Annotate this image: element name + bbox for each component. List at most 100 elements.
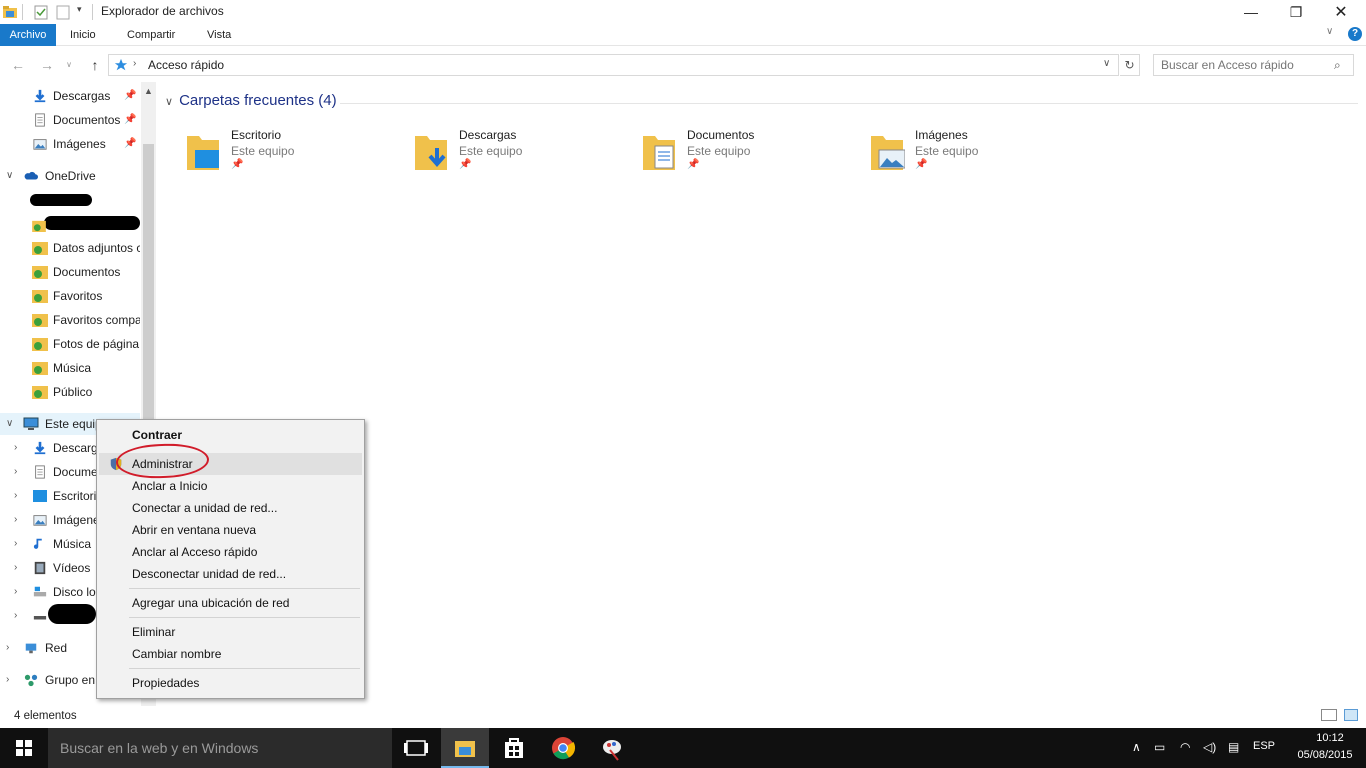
refresh-icon[interactable]: ↻ bbox=[1120, 54, 1140, 76]
volume-icon[interactable]: ◁) bbox=[1203, 740, 1216, 754]
file-explorer-taskbar-button[interactable] bbox=[441, 728, 489, 768]
chevron-right-icon[interactable]: › bbox=[14, 557, 26, 579]
tab-compartir[interactable]: Compartir bbox=[118, 24, 184, 46]
show-hidden-icons-icon[interactable]: ∧ bbox=[1132, 740, 1141, 754]
restore-button[interactable]: ❐ bbox=[1273, 0, 1319, 24]
chevron-down-icon[interactable]: ∨ bbox=[6, 413, 18, 435]
input-language[interactable]: ESP bbox=[1253, 740, 1275, 752]
nav-item-label: Docume bbox=[53, 465, 98, 479]
nav-item-label: Música bbox=[53, 537, 92, 551]
folder-name: Descargas bbox=[459, 128, 517, 142]
group-header[interactable]: ∨ Carpetas frecuentes (4) bbox=[165, 92, 337, 114]
nav-item-label: Escritori bbox=[53, 489, 97, 503]
menu-item-abrir-ventana[interactable]: Abrir en ventana nueva bbox=[99, 519, 362, 541]
battery-icon[interactable]: ▭ bbox=[1154, 740, 1165, 754]
menu-item-propiedades[interactable]: Propiedades bbox=[99, 672, 362, 694]
help-icon[interactable]: ? bbox=[1348, 27, 1362, 41]
chevron-right-icon[interactable]: › bbox=[14, 485, 26, 507]
nav-item-label: OneDrive bbox=[45, 169, 96, 183]
minimize-button[interactable]: — bbox=[1228, 0, 1274, 24]
nav-item-label: Datos adjuntos c bbox=[53, 241, 140, 255]
folder-tile-escritorio[interactable]: Escritorio Este equipo 📌 bbox=[165, 126, 385, 176]
folder-tile-descargas[interactable]: Descargas Este equipo 📌 bbox=[393, 126, 613, 176]
scroll-up-icon[interactable]: ▲ bbox=[144, 86, 153, 96]
nav-onedrive-item[interactable]: Público bbox=[0, 381, 140, 403]
menu-item-anclar-acceso[interactable]: Anclar al Acceso rápido bbox=[99, 541, 362, 563]
chevron-right-icon[interactable]: › bbox=[14, 581, 26, 603]
clock-time[interactable]: 10:12 bbox=[1300, 732, 1360, 744]
chevron-right-icon[interactable]: › bbox=[14, 437, 26, 459]
documents-icon bbox=[35, 465, 45, 479]
menu-item-cambiar-nombre[interactable]: Cambiar nombre bbox=[99, 643, 362, 665]
chevron-right-icon[interactable]: › bbox=[14, 605, 26, 627]
back-arrow-icon[interactable]: ← bbox=[9, 55, 27, 75]
menu-item-conectar-unidad[interactable]: Conectar a unidad de red... bbox=[99, 497, 362, 519]
downloads-folder-icon bbox=[415, 136, 447, 170]
chevron-right-icon[interactable]: › bbox=[6, 669, 18, 691]
chevron-right-icon[interactable]: › bbox=[14, 461, 26, 483]
chevron-right-icon[interactable]: › bbox=[6, 637, 18, 659]
taskbar-search-placeholder[interactable]: Buscar en la web y en Windows bbox=[60, 740, 258, 756]
nav-item-onedrive[interactable]: ∨ OneDrive bbox=[0, 165, 140, 187]
customize-quick-access-icon[interactable]: ▾ bbox=[77, 4, 82, 15]
nav-item-documentos[interactable]: Documentos 📌 bbox=[0, 109, 140, 131]
chevron-right-icon[interactable]: › bbox=[14, 533, 26, 555]
windows-start-icon[interactable] bbox=[0, 728, 48, 768]
menu-item-contraer[interactable]: Contraer bbox=[99, 424, 362, 446]
up-arrow-icon[interactable]: ↑ bbox=[86, 55, 104, 75]
store-icon[interactable] bbox=[490, 728, 538, 768]
details-view-icon[interactable] bbox=[1321, 709, 1337, 721]
synced-folder-icon bbox=[32, 220, 46, 232]
tab-inicio[interactable]: Inicio bbox=[61, 24, 105, 46]
large-icons-view-icon[interactable] bbox=[1344, 709, 1358, 721]
breadcrumb-path[interactable]: Acceso rápido bbox=[148, 58, 224, 72]
expand-ribbon-icon[interactable]: ∨ bbox=[1326, 26, 1333, 37]
wifi-icon[interactable]: ◠ bbox=[1180, 740, 1190, 754]
folder-tile-imagenes[interactable]: Imágenes Este equipo 📌 bbox=[849, 126, 1069, 176]
address-bar[interactable]: › Acceso rápido ∨ bbox=[108, 54, 1119, 76]
close-button[interactable]: ✕ bbox=[1318, 0, 1364, 24]
nav-item-imagenes[interactable]: Imágenes 📌 bbox=[0, 133, 140, 155]
taskbar-search-box[interactable]: Buscar en la web y en Windows bbox=[48, 728, 392, 768]
taskbar: Buscar en la web y en Windows ∧ ▭ ◠ ◁) ▤… bbox=[0, 728, 1366, 768]
tab-archivo[interactable]: Archivo bbox=[0, 24, 56, 46]
task-view-icon[interactable] bbox=[392, 728, 440, 768]
properties-icon[interactable] bbox=[33, 4, 49, 20]
nav-onedrive-item[interactable]: Datos adjuntos c bbox=[0, 237, 140, 259]
paint-app-icon[interactable] bbox=[588, 728, 636, 768]
chevron-right-icon[interactable]: › bbox=[14, 509, 26, 531]
nav-onedrive-item[interactable]: Favoritos bbox=[0, 285, 140, 307]
menu-item-eliminar[interactable]: Eliminar bbox=[99, 621, 362, 643]
quick-access-star-icon bbox=[114, 58, 128, 71]
nav-onedrive-item[interactable]: Música bbox=[0, 357, 140, 379]
downloads-icon bbox=[34, 89, 46, 103]
nav-onedrive-item[interactable]: Favoritos compa bbox=[0, 309, 140, 331]
search-box[interactable]: ⌕ bbox=[1153, 54, 1354, 76]
folder-tile-documentos[interactable]: Documentos Este equipo 📌 bbox=[621, 126, 841, 176]
onedrive-cloud-icon bbox=[24, 171, 38, 180]
address-dropdown-icon[interactable]: ∨ bbox=[1103, 58, 1110, 69]
removable-drive-icon bbox=[33, 616, 47, 620]
chevron-down-icon[interactable]: ∨ bbox=[165, 96, 173, 108]
nav-item-descargas[interactable]: Descargas 📌 bbox=[0, 85, 140, 107]
nav-item-label: Este equip bbox=[45, 417, 102, 431]
chrome-icon[interactable] bbox=[539, 728, 587, 768]
forward-arrow-icon[interactable]: → bbox=[38, 55, 56, 75]
tab-vista[interactable]: Vista bbox=[198, 24, 240, 46]
chevron-down-icon[interactable]: ∨ bbox=[6, 165, 18, 187]
menu-item-desconectar-unidad[interactable]: Desconectar unidad de red... bbox=[99, 563, 362, 585]
breadcrumb-chevron-icon[interactable]: › bbox=[133, 58, 136, 69]
action-center-icon[interactable]: ▤ bbox=[1228, 740, 1239, 754]
new-folder-icon[interactable] bbox=[55, 4, 71, 20]
shared-synced-folder-icon bbox=[32, 314, 48, 327]
search-input[interactable] bbox=[1154, 55, 1329, 75]
menu-item-anclar-inicio[interactable]: Anclar a Inicio bbox=[99, 475, 362, 497]
folder-location: Este equipo bbox=[459, 144, 523, 158]
menu-item-agregar-ubicacion[interactable]: Agregar una ubicación de red bbox=[99, 592, 362, 614]
explorer-app-icon[interactable] bbox=[2, 4, 18, 20]
nav-onedrive-item[interactable]: Documentos bbox=[0, 261, 140, 283]
nav-onedrive-item[interactable]: Fotos de página bbox=[0, 333, 140, 355]
recent-locations-icon[interactable]: ∨ bbox=[60, 55, 78, 75]
search-icon[interactable]: ⌕ bbox=[1334, 58, 1341, 73]
clock-date[interactable]: 05/08/2015 bbox=[1290, 749, 1360, 761]
